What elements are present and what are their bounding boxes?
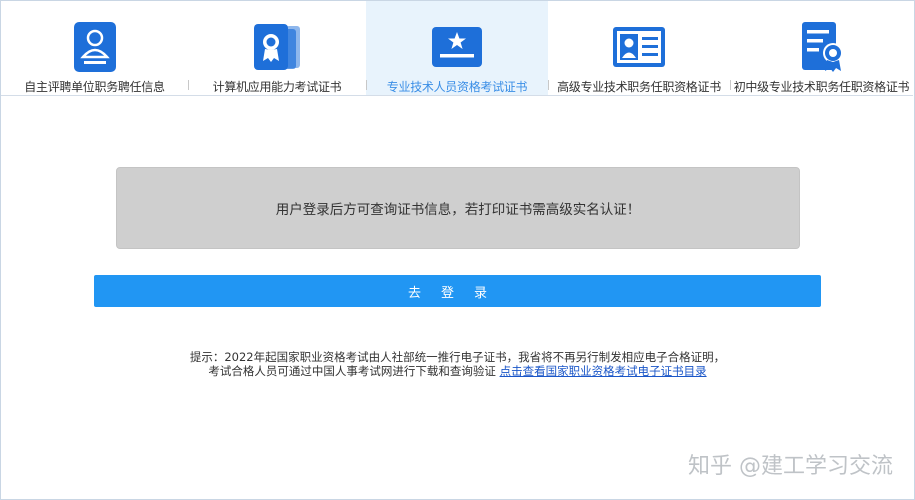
certificate-ribbon-icon	[254, 24, 300, 70]
tab-computer-certificate[interactable]: 计算机应用能力考试证书	[188, 1, 366, 95]
login-button[interactable]: 去登录	[94, 275, 821, 307]
tab-label: 专业技术人员资格考试证书	[386, 80, 528, 94]
tab-label: 计算机应用能力考试证书	[212, 80, 342, 94]
watermark: 知乎 @建工学习交流	[688, 454, 893, 479]
tab-divider	[730, 80, 731, 90]
tab-employment-info[interactable]: 自主评聘单位职务聘任信息	[1, 1, 188, 95]
tip-line-2: 考试合格人员可通过中国人事考试网进行下载和查询验证 点击查看国家职业资格考试电子…	[120, 364, 795, 378]
tip-line-2-text: 考试合格人员可通过中国人事考试网进行下载和查询验证	[208, 364, 496, 378]
tab-label: 初中级专业技术职务任职资格证书	[733, 80, 910, 94]
tab-label: 自主评聘单位职务聘任信息	[24, 80, 165, 94]
tab-divider	[188, 80, 189, 90]
certificate-catalog-link[interactable]: 点击查看国家职业资格考试电子证书目录	[500, 364, 707, 378]
award-document-icon	[801, 22, 843, 72]
login-button-label: 去登录	[407, 285, 507, 301]
tab-divider	[548, 80, 549, 90]
person-document-icon	[73, 22, 116, 72]
tab-label: 高级专业技术职务任职资格证书	[557, 80, 721, 94]
login-required-notice: 用户登录后方可查询证书信息，若打印证书需高级实名认证！	[116, 167, 800, 249]
tip-line-1: 提示：2022年起国家职业资格考试由人社部统一推行电子证书，我省将不再另行制发相…	[189, 350, 726, 364]
star-certificate-icon	[432, 27, 482, 67]
tab-divider	[366, 80, 367, 90]
id-card-icon	[613, 27, 665, 67]
tip-text: 提示：2022年起国家职业资格考试由人社部统一推行电子证书，我省将不再另行制发相…	[120, 350, 795, 378]
certificate-tabs: 自主评聘单位职务聘任信息 计算机应用能力考试证书 专业技术人员资格考试证书 高级…	[1, 1, 913, 96]
notice-text: 用户登录后方可查询证书信息，若打印证书需高级实名认证！	[275, 202, 641, 218]
tab-senior-qualification[interactable]: 高级专业技术职务任职资格证书	[548, 1, 730, 95]
tab-intermediate-qualification[interactable]: 初中级专业技术职务任职资格证书	[730, 1, 913, 95]
tab-professional-certificate[interactable]: 专业技术人员资格考试证书	[366, 1, 548, 95]
